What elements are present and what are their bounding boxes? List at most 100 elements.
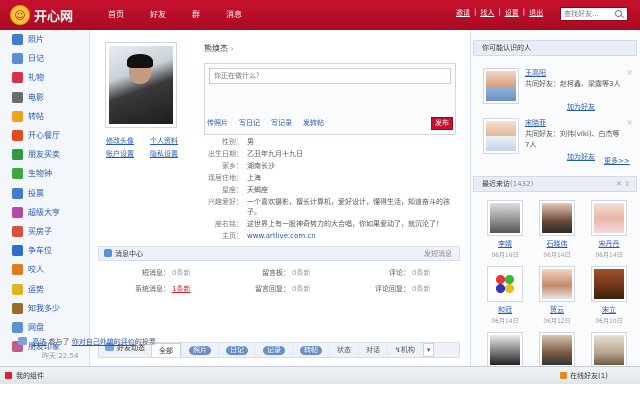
upload-photo-link[interactable]: 传照片 xyxy=(207,118,228,128)
close-icon[interactable]: × xyxy=(626,68,633,77)
message-count-label: 评论回复： xyxy=(375,285,410,293)
visitor-item: 李婧 06月16日 xyxy=(479,200,531,263)
nav-messages[interactable]: 消息 xyxy=(213,0,255,30)
logo[interactable]: ☺ 开心网 xyxy=(10,5,73,25)
feed-tab[interactable]: 转帖 xyxy=(292,343,329,357)
suggest-name[interactable]: 宋晓菲 xyxy=(525,118,546,128)
feed-tab-label: 状态 xyxy=(337,346,351,354)
status-composer: 传照片 写日记 写记录 发转帖 发布 xyxy=(204,63,456,135)
sidebar-item[interactable]: 照片 xyxy=(0,30,89,49)
profile-field-value: 上海 xyxy=(247,174,261,182)
invite-link[interactable]: 邀请 xyxy=(452,8,474,18)
add-friend-link[interactable]: 加为好友 xyxy=(567,152,595,162)
write-record-link[interactable]: 写记录 xyxy=(271,118,292,128)
visitor-avatar[interactable] xyxy=(487,332,523,368)
sidebar-item-label: 开心餐厅 xyxy=(28,131,60,141)
nav-home[interactable]: 首页 xyxy=(95,0,137,30)
profile-name: 熊焕杰 › xyxy=(204,43,234,54)
feed-more-dropdown[interactable]: ▾ xyxy=(422,343,435,357)
my-widgets-button[interactable]: 我的组件 xyxy=(5,371,44,381)
visitors-tools-icon[interactable]: ✕ ⇧ xyxy=(616,177,630,191)
write-diary-link[interactable]: 写日记 xyxy=(239,118,260,128)
feed-tab[interactable]: 照片 xyxy=(181,343,218,357)
sidebar-item[interactable]: 争车位 xyxy=(0,241,89,260)
nav-groups[interactable]: 群 xyxy=(179,0,213,30)
homepage-link[interactable]: www.artlive.com.cn xyxy=(247,231,453,241)
sidebar-item[interactable]: 转帖 xyxy=(0,107,89,126)
visitor-name[interactable]: 宋丹丹 xyxy=(583,239,635,249)
visitor-avatar[interactable] xyxy=(487,266,523,302)
visitor-avatar[interactable] xyxy=(539,266,575,302)
visitor-avatar[interactable] xyxy=(591,332,627,368)
suggest-item: 王高阳 共同好友：赵柯鑫、梁露等3人 加为好友 × xyxy=(483,68,633,112)
visitor-avatar[interactable] xyxy=(591,266,627,302)
message-count-value[interactable]: 0条新 xyxy=(290,268,310,278)
profile-avatar[interactable] xyxy=(105,42,177,128)
edit-avatar-link[interactable]: 修改头像 xyxy=(106,136,150,146)
sidebar-item[interactable]: 运势 xyxy=(0,279,89,298)
sidebar-item[interactable]: 投票 xyxy=(0,184,89,203)
add-friend-link[interactable]: 加为好友 xyxy=(567,102,595,112)
find-people-link[interactable]: 找人 xyxy=(476,8,498,18)
sidebar-item[interactable]: 知我多少 xyxy=(0,299,89,318)
visitor-avatar[interactable] xyxy=(591,200,627,236)
visitor-name[interactable]: 和冠 xyxy=(479,305,531,315)
message-count-value[interactable]: 1条新 xyxy=(170,284,190,294)
feed-tab[interactable]: ↯机构 xyxy=(387,343,422,357)
profile-field-label: 主页： xyxy=(222,232,243,240)
suggest-name[interactable]: 王高阳 xyxy=(525,68,546,78)
profile-field: 性别： 男 xyxy=(185,137,459,147)
message-count-value[interactable]: 0条新 xyxy=(410,268,430,278)
sidebar-item[interactable]: 网盘 xyxy=(0,318,89,337)
visitor-item: 石晓伟 06月14日 xyxy=(531,200,583,263)
sidebar-item-label: 买房子 xyxy=(28,226,52,236)
main-content: 修改头像 个人资料 账户设置 隐私设置 熊焕杰 › 传照片 写日记 写记录 发转… xyxy=(91,30,469,366)
status-input[interactable] xyxy=(209,68,451,84)
account-settings-link[interactable]: 账户设置 xyxy=(106,149,150,159)
sidebar-item[interactable]: 买房子 xyxy=(0,222,89,241)
feed-tab[interactable]: 状态 xyxy=(329,343,358,357)
friend-search xyxy=(560,7,628,21)
share-post-link[interactable]: 发转帖 xyxy=(303,118,324,128)
feed-tab[interactable]: 记录 xyxy=(255,343,292,357)
message-count-value[interactable]: 0条新 xyxy=(290,284,310,294)
online-friends-button[interactable]: 在线好友(1) xyxy=(560,371,608,381)
feed-tab[interactable]: 日记 xyxy=(218,343,255,357)
visitor-avatar[interactable] xyxy=(487,200,523,236)
feed-item-target[interactable]: 你对自己外貌的评价 xyxy=(72,338,135,346)
sidebar-item[interactable]: 礼物 xyxy=(0,68,89,87)
sidebar-item[interactable]: 日记 xyxy=(0,49,89,68)
message-count-value[interactable]: 0条新 xyxy=(410,284,430,294)
visitor-avatar[interactable] xyxy=(539,200,575,236)
sidebar-item[interactable]: 生物钟 xyxy=(0,164,89,183)
app-icon xyxy=(12,53,23,65)
visitor-name[interactable]: 李婧 xyxy=(479,239,531,249)
search-icon[interactable] xyxy=(613,8,625,20)
friend-search-input[interactable] xyxy=(561,10,613,18)
visitor-avatar[interactable] xyxy=(539,332,575,368)
sidebar-item[interactable]: 开心餐厅 xyxy=(0,126,89,145)
publish-button[interactable]: 发布 xyxy=(431,117,453,130)
message-count-value[interactable]: 0条新 xyxy=(170,268,190,278)
visitor-name[interactable]: 宋立 xyxy=(583,305,635,315)
nav-friends[interactable]: 好友 xyxy=(137,0,179,30)
sidebar-item[interactable]: 电影 xyxy=(0,88,89,107)
sidebar-item[interactable]: 超级大亨 xyxy=(0,203,89,222)
visitor-item: 和冠 06月14日 xyxy=(479,266,531,329)
profile-field-label: 现居住地： xyxy=(208,174,243,182)
suggest-avatar[interactable] xyxy=(483,118,519,154)
sidebar-item[interactable]: 朋友买卖 xyxy=(0,145,89,164)
visitor-name[interactable]: 贺云 xyxy=(531,305,583,315)
settings-link[interactable]: 设置 xyxy=(501,8,523,18)
feed-item-user[interactable]: 高洁 xyxy=(32,338,46,346)
close-icon[interactable]: × xyxy=(626,118,633,127)
feed-tab[interactable]: 对话 xyxy=(358,343,387,357)
more-suggestions-link[interactable]: 更多>> xyxy=(604,156,630,166)
visitor-name[interactable]: 石晓伟 xyxy=(531,239,583,249)
logout-link[interactable]: 退出 xyxy=(525,8,547,18)
send-message-link[interactable]: 发短消息 xyxy=(424,249,459,259)
suggest-avatar[interactable] xyxy=(483,68,519,104)
sidebar-item[interactable]: 咬人 xyxy=(0,260,89,279)
visitor-item xyxy=(531,332,583,395)
sidebar-item-label: 网盘 xyxy=(28,322,44,332)
